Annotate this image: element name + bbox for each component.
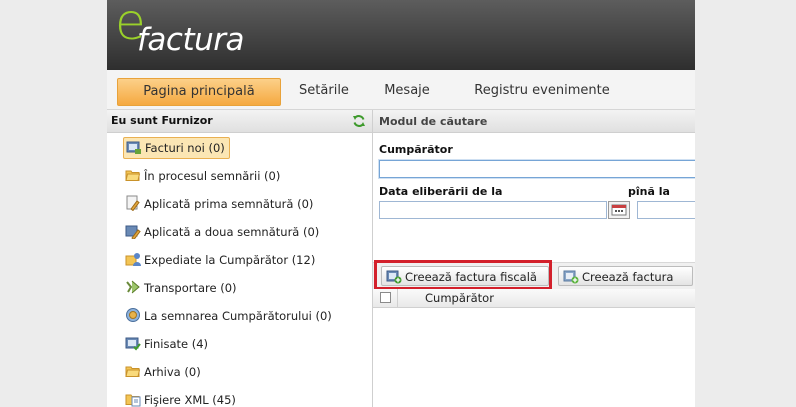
supplier-panel-title: Eu sunt Furnizor: [111, 114, 213, 127]
menu-item-label: Facturi noi (0): [145, 141, 225, 155]
menu-item-facturi-noi[interactable]: Facturi noi (0): [123, 137, 230, 159]
date-from-input[interactable]: [379, 201, 607, 219]
menu-item-label: Finisate (4): [144, 337, 209, 351]
efactura-app: e factura Pagina principală Setările Mes…: [107, 0, 695, 407]
finished-icon: [125, 337, 141, 351]
buyer-input[interactable]: [379, 160, 695, 178]
add-invoice-icon: [386, 270, 402, 284]
menu-item-label: Arhiva (0): [144, 365, 201, 379]
column-header-cumparator[interactable]: Cumpărător: [425, 291, 494, 305]
menu-item-in-procesul-semnarii[interactable]: În procesul semnării (0): [123, 165, 284, 187]
search-panel: Modul de căutare Cumpărător Data eliberă…: [373, 110, 695, 407]
tab-mesaje[interactable]: Mesaje: [377, 78, 437, 104]
action-toolbar: Creează factura fiscală Creează factura: [373, 262, 695, 290]
tab-registru-evenimente[interactable]: Registru evenimente: [467, 78, 617, 104]
results-grid-header: Cumpărător: [373, 289, 695, 308]
app-header: e factura: [107, 0, 695, 70]
send-to-user-icon: [125, 253, 141, 266]
date-to-label: pînă la: [628, 185, 670, 198]
shield-sign-icon: [126, 308, 140, 322]
menu-item-prima-semnatura[interactable]: Aplicată prima semnătură (0): [123, 193, 317, 215]
supplier-panel-header: Eu sunt Furnizor: [107, 110, 372, 133]
efactura-logo[interactable]: e factura: [115, 0, 255, 64]
main-nav: Pagina principală Setările Mesaje Regist…: [107, 70, 695, 110]
invoice-icon: [126, 141, 141, 154]
folder-open-icon: [125, 170, 141, 181]
menu-item-a-doua-semnatura[interactable]: Aplicată a doua semnătură (0): [123, 221, 323, 243]
menu-item-transportare[interactable]: Transportare (0): [123, 277, 241, 299]
buyer-label: Cumpărător: [379, 143, 453, 156]
xml-file-icon: [125, 394, 141, 407]
logo-word: factura: [137, 22, 245, 58]
menu-item-finisate[interactable]: Finisate (4): [123, 333, 212, 355]
menu-item-arhiva[interactable]: Arhiva (0): [123, 361, 205, 383]
transport-icon: [126, 280, 140, 294]
sign-document-icon: [126, 195, 140, 211]
menu-item-expediate[interactable]: Expediate la Cumpărător (12): [123, 249, 319, 271]
menu-item-label: Transportare (0): [144, 281, 237, 295]
menu-item-label: Fişiere XML (45): [144, 393, 236, 407]
search-panel-header: Modul de căutare: [373, 110, 695, 133]
create-fiscal-invoice-button[interactable]: Creează factura fiscală: [381, 266, 549, 286]
tab-pagina-principala[interactable]: Pagina principală: [117, 78, 281, 106]
select-all-checkbox[interactable]: [380, 292, 391, 303]
tab-setarile[interactable]: Setările: [285, 78, 363, 104]
menu-item-la-semnarea-cumparatorului[interactable]: La semnarea Cumpărătorului (0): [123, 305, 336, 327]
column-divider: [397, 289, 398, 307]
menu-item-label: Aplicată a doua semnătură (0): [144, 225, 320, 239]
menu-item-label: La semnarea Cumpărătorului (0): [144, 309, 332, 323]
calendar-button[interactable]: [608, 201, 630, 219]
archive-folder-icon: [125, 366, 141, 377]
menu-item-fisiere-xml[interactable]: Fişiere XML (45): [123, 389, 240, 407]
add-invoice-icon: [563, 270, 579, 284]
date-from-label: Data eliberării de la: [379, 185, 503, 198]
calendar-icon: [611, 204, 627, 216]
menu-item-label: Expediate la Cumpărător (12): [144, 253, 316, 267]
search-panel-title: Modul de căutare: [379, 115, 488, 128]
supplier-panel: Eu sunt Furnizor Facturi noi (0) În proc…: [107, 110, 373, 407]
create-invoice-button[interactable]: Creează factura: [558, 266, 693, 286]
menu-item-label: În procesul semnării (0): [144, 169, 281, 183]
sign-document-2-icon: [125, 225, 141, 239]
create-invoice-label: Creează factura: [582, 270, 674, 284]
create-fiscal-invoice-label: Creează factura fiscală: [405, 270, 537, 284]
menu-item-label: Aplicată prima semnătură (0): [144, 197, 314, 211]
date-to-input[interactable]: [637, 201, 695, 219]
refresh-icon[interactable]: [352, 114, 366, 128]
